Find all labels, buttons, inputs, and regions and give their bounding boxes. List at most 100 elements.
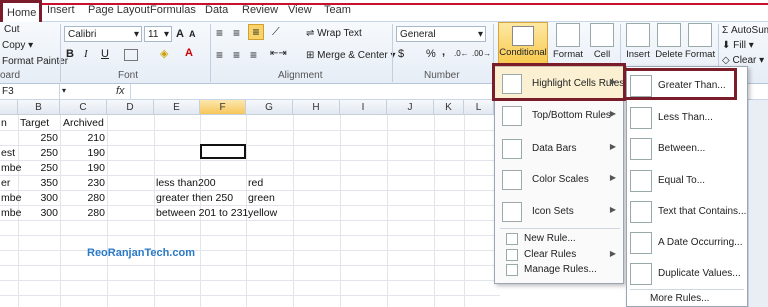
column-header[interactable]: J	[387, 100, 434, 115]
cell-b7[interactable]: 300	[18, 206, 60, 221]
menu-item-more-rules[interactable]: More Rules...	[630, 291, 746, 305]
cell-c3[interactable]: 190	[60, 146, 107, 161]
active-cell-f3[interactable]	[200, 144, 246, 159]
menu-item-between[interactable]: Between...	[630, 136, 746, 162]
tab-formulas[interactable]: Formulas	[150, 4, 196, 16]
borders-icon[interactable]	[124, 49, 138, 61]
format-painter-button[interactable]: Format Painter	[2, 56, 68, 67]
cell-b2[interactable]: 250	[18, 131, 60, 146]
menu-item-color-scales[interactable]: Color Scales ▶	[500, 167, 618, 193]
menu-item-data-bars[interactable]: Data Bars ▶	[500, 136, 618, 162]
column-header[interactable]: L	[464, 100, 494, 115]
align-left-icon[interactable]: ≡	[216, 48, 223, 62]
fill-button[interactable]: ⬇ Fill ▾	[722, 40, 754, 51]
cell-e5[interactable]: less than200	[156, 176, 216, 191]
tab-review[interactable]: Review	[242, 4, 278, 16]
conditional-formatting-button[interactable]: Conditional	[498, 22, 548, 66]
cell-a3[interactable]: est	[1, 146, 15, 161]
indent-icon[interactable]: ⇤⇥	[270, 48, 287, 59]
tab-page-layout[interactable]: Page Layout	[88, 4, 150, 16]
grow-font-button[interactable]: A	[176, 28, 184, 40]
align-bottom-icon[interactable]: ≡	[248, 24, 264, 40]
italic-button[interactable]: I	[84, 48, 88, 60]
menu-item-less-than[interactable]: Less Than...	[630, 105, 746, 131]
cell-c6[interactable]: 280	[60, 191, 107, 206]
cell-c7[interactable]: 280	[60, 206, 107, 221]
column-header[interactable]: G	[246, 100, 293, 115]
cell-a5[interactable]: er	[1, 176, 10, 191]
cell-c1[interactable]: Archived	[63, 116, 104, 131]
column-header[interactable]: D	[107, 100, 154, 115]
cell-c2[interactable]: 210	[60, 131, 107, 146]
cell-g7[interactable]: yellow	[248, 206, 277, 221]
align-top-icon[interactable]: ≡	[216, 26, 223, 40]
insert-cells-button[interactable]: Insert	[624, 23, 652, 69]
clear-button[interactable]: ◇ Clear ▾	[722, 55, 764, 66]
align-right-icon[interactable]: ≡	[250, 48, 257, 62]
conditional-formatting-icon	[512, 26, 534, 46]
cell-b5[interactable]: 350	[18, 176, 60, 191]
menu-item-top-bottom-rules[interactable]: Top/Bottom Rules ▶	[500, 103, 618, 129]
decrease-decimal-icon[interactable]: .00→	[472, 49, 491, 58]
name-box[interactable]: F3	[0, 84, 60, 100]
column-header[interactable]: E	[154, 100, 200, 115]
menu-item-equal-to[interactable]: Equal To...	[630, 168, 746, 194]
cell-g6[interactable]: green	[248, 191, 275, 206]
menu-item-new-rule[interactable]: New Rule...	[500, 231, 618, 247]
column-header[interactable]: C	[60, 100, 107, 115]
font-name-select[interactable]: Calibri ▾	[64, 26, 142, 42]
comma-button[interactable]: ,	[442, 46, 445, 58]
cell-g5[interactable]: red	[248, 176, 263, 191]
cell-e6[interactable]: greater then 250	[156, 191, 233, 206]
menu-item-text-contains[interactable]: Text that Contains...	[630, 199, 746, 225]
format-cells-button[interactable]: Format	[685, 23, 715, 69]
cell-a1[interactable]: n	[1, 116, 7, 131]
increase-decimal-icon[interactable]: .0←	[454, 49, 469, 58]
currency-button[interactable]: $	[398, 48, 404, 60]
cell-b6[interactable]: 300	[18, 191, 60, 206]
bold-button[interactable]: B	[66, 48, 74, 60]
column-header[interactable]: H	[293, 100, 340, 115]
cut-button[interactable]: Cut	[4, 24, 20, 35]
column-header[interactable]: B	[18, 100, 60, 115]
menu-item-date-occurring[interactable]: A Date Occurring...	[630, 230, 746, 256]
tab-insert[interactable]: Insert	[47, 4, 75, 16]
cell-b4[interactable]: 250	[18, 161, 60, 176]
underline-button[interactable]: U	[101, 48, 109, 60]
cell-b1[interactable]: Target	[20, 116, 49, 131]
menu-item-icon-sets[interactable]: Icon Sets ▶	[500, 199, 618, 225]
tab-team[interactable]: Team	[324, 4, 351, 16]
menu-item-duplicate-values[interactable]: Duplicate Values...	[630, 261, 746, 287]
cell-e7[interactable]: between 201 to 231	[156, 206, 248, 221]
cell-c5[interactable]: 230	[60, 176, 107, 191]
tab-data[interactable]: Data	[205, 4, 228, 16]
fill-color-icon[interactable]: ◈	[160, 47, 168, 60]
cell-c4[interactable]: 190	[60, 161, 107, 176]
insert-function-button[interactable]: fx	[116, 85, 125, 97]
tab-view[interactable]: View	[288, 4, 312, 16]
cell-b3[interactable]: 250	[18, 146, 60, 161]
number-format-select[interactable]: General ▾	[396, 26, 486, 42]
menu-item-greater-than[interactable]: Greater Than...	[630, 73, 746, 99]
autosum-button[interactable]: Σ AutoSum	[722, 25, 768, 36]
menu-item-highlight-cells-rules[interactable]: Highlight Cells Rules ▶	[500, 71, 624, 97]
orientation-icon[interactable]: ⟋	[272, 26, 280, 39]
menu-item-clear-rules[interactable]: Clear Rules ▶	[500, 247, 618, 263]
shrink-font-button[interactable]: A	[189, 29, 196, 39]
font-size-select[interactable]: 11 ▾	[144, 26, 172, 42]
merge-center-button[interactable]: ⊞ Merge & Center ▾	[306, 50, 396, 61]
align-middle-icon[interactable]: ≡	[233, 26, 240, 40]
font-color-icon[interactable]: A	[185, 47, 193, 59]
delete-cells-button[interactable]: Delete	[654, 23, 684, 69]
align-center-icon[interactable]: ≡	[233, 48, 240, 62]
column-header-a[interactable]	[0, 100, 18, 115]
wrap-text-button[interactable]: ⇌ Wrap Text	[306, 28, 362, 39]
vertical-scrollbar[interactable]	[748, 100, 768, 307]
copy-button[interactable]: Copy ▾	[2, 40, 33, 51]
chevron-down-icon[interactable]: ▾	[62, 86, 66, 95]
percent-button[interactable]: %	[426, 48, 436, 60]
menu-item-manage-rules[interactable]: Manage Rules...	[500, 262, 618, 278]
column-header[interactable]: I	[340, 100, 387, 115]
column-header[interactable]: K	[434, 100, 464, 115]
column-header[interactable]: F	[200, 100, 246, 115]
